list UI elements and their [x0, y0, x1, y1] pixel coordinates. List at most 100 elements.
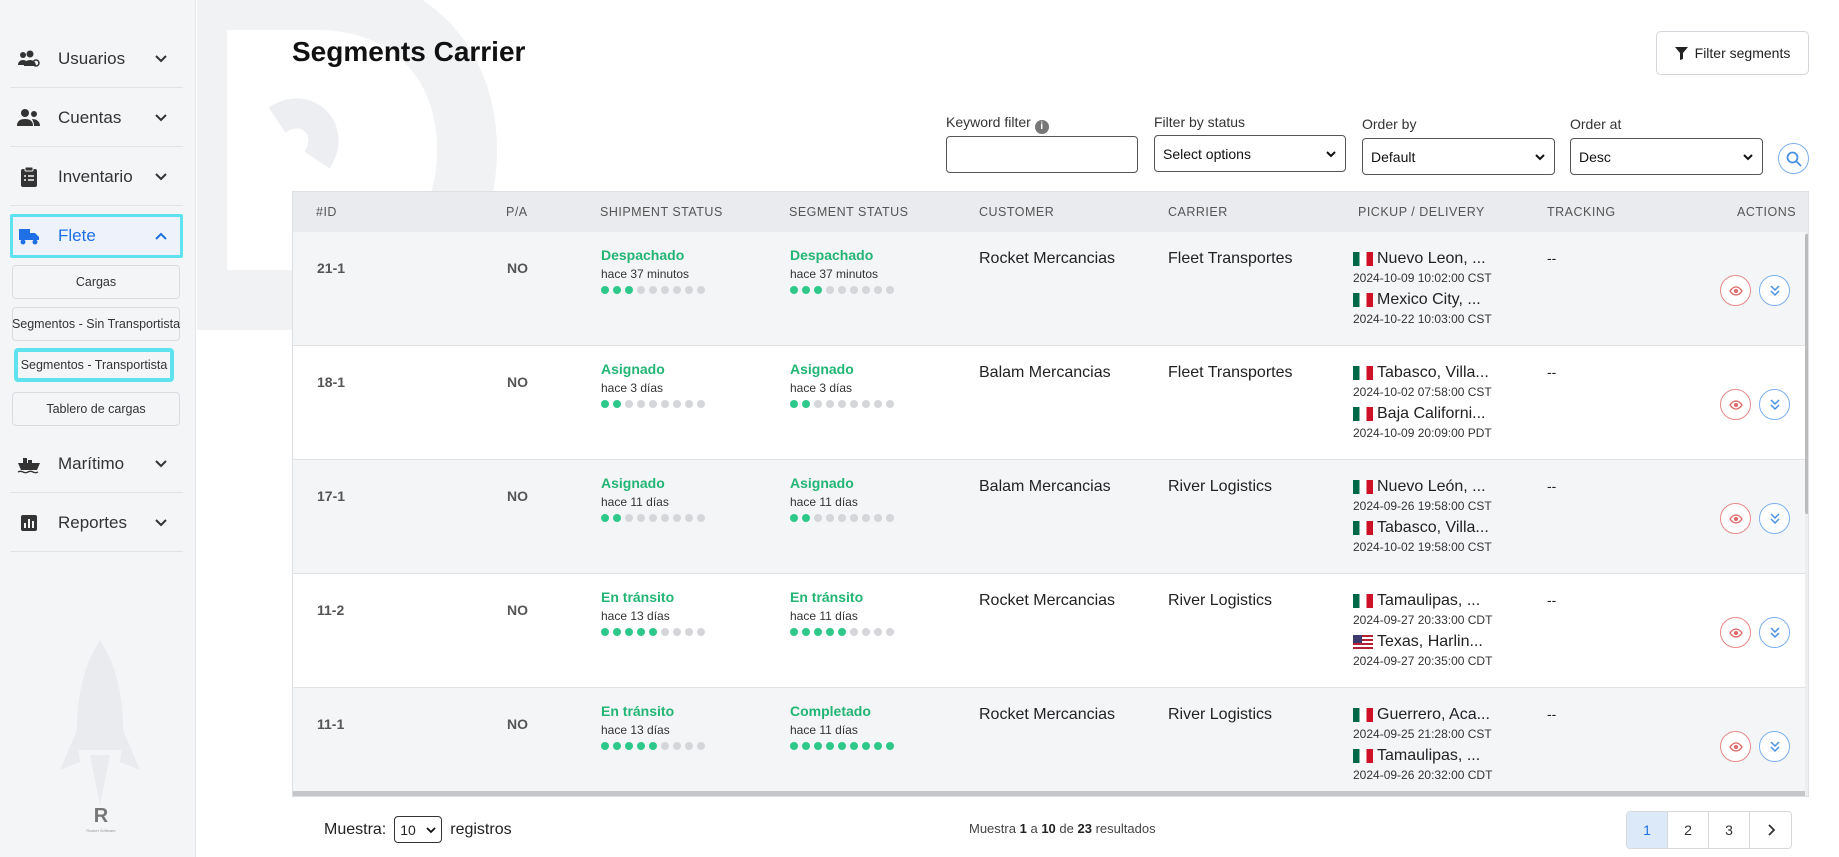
- progress-dot: [790, 742, 798, 750]
- progress-dot: [838, 628, 846, 636]
- progress-dot: [814, 286, 822, 294]
- shipment-status-time: hace 13 días: [601, 723, 670, 737]
- progress-dot: [697, 514, 705, 522]
- page-2-button[interactable]: 2: [1668, 812, 1709, 848]
- tracking-value: --: [1547, 250, 1557, 266]
- progress-dot: [874, 514, 882, 522]
- sidebar-item-maritimo[interactable]: Marítimo: [10, 435, 183, 493]
- pickup-date: 2024-10-09 10:02:00 CST: [1353, 271, 1492, 285]
- progress-dot: [814, 742, 822, 750]
- delivery-location: Texas, Harlin...: [1353, 633, 1492, 651]
- chevron-down-icon: [1743, 153, 1753, 160]
- sidebar-sub-tablero-de-cargas[interactable]: Tablero de cargas: [12, 392, 180, 426]
- expand-button[interactable]: [1759, 275, 1790, 306]
- row-pa: NO: [507, 488, 528, 504]
- pickup-location: Nuevo Leon, ...: [1353, 250, 1492, 268]
- sidebar-item-reportes[interactable]: Reportes: [10, 494, 183, 552]
- table-row[interactable]: 11-1 NO En tránsito hace 13 días Completado h…: [293, 688, 1805, 796]
- expand-button[interactable]: [1759, 731, 1790, 762]
- progress-dot: [601, 628, 609, 636]
- view-button[interactable]: [1720, 617, 1751, 648]
- expand-button[interactable]: [1759, 617, 1790, 648]
- keyword-filter-label: Keyword filter i: [946, 114, 1049, 134]
- progress-dot: [613, 742, 621, 750]
- filter-segments-label: Filter segments: [1694, 45, 1791, 61]
- progress-dot: [625, 286, 633, 294]
- progress-dot: [661, 514, 669, 522]
- segment-status-label: Completado: [790, 703, 871, 719]
- customer-name: Rocket Mercancias: [979, 250, 1116, 267]
- table-row[interactable]: 21-1 NO Despachado hace 37 minutos Despachad…: [293, 232, 1805, 346]
- progress-dot: [862, 742, 870, 750]
- carrier-name: River Logistics: [1168, 592, 1273, 609]
- sidebar-item-cuentas[interactable]: Cuentas: [10, 89, 183, 147]
- page-1-button[interactable]: 1: [1627, 812, 1668, 848]
- sidebar-sub-cargas[interactable]: Cargas: [12, 265, 180, 299]
- status-filter-select[interactable]: Select options: [1154, 135, 1346, 172]
- page-3-button[interactable]: 3: [1709, 812, 1750, 848]
- view-button[interactable]: [1720, 503, 1751, 534]
- customer-name: Balam Mercancias: [979, 478, 1111, 495]
- progress-dot: [637, 400, 645, 408]
- segment-status-label: Despachado: [790, 247, 874, 263]
- progress-dot: [673, 628, 681, 636]
- chevrons-down-icon: [1768, 512, 1782, 526]
- view-button[interactable]: [1720, 731, 1751, 762]
- sidebar: Usuarios Cuentas Inventario Flete Cargas…: [0, 0, 196, 857]
- view-button[interactable]: [1720, 389, 1751, 420]
- expand-button[interactable]: [1759, 503, 1790, 534]
- pickup-date: 2024-10-02 07:58:00 CST: [1353, 385, 1492, 399]
- progress-dot: [826, 286, 834, 294]
- sidebar-sub-segmentos-sin-transportista[interactable]: Segmentos - Sin Transportista: [12, 307, 180, 341]
- carrier-name: Fleet Transportes: [1168, 364, 1293, 381]
- order-by-select[interactable]: Default: [1362, 138, 1555, 175]
- sidebar-sub-segmentos-transportista[interactable]: Segmentos - Transportista: [14, 348, 174, 382]
- shipment-status-time: hace 3 días: [601, 381, 664, 395]
- progress-dot: [874, 400, 882, 408]
- pickup-location: Nuevo León, ...: [1353, 478, 1492, 496]
- table-row[interactable]: 17-1 NO Asignado hace 11 días Asignado hace 1…: [293, 460, 1805, 574]
- user-group-icon: [16, 107, 42, 129]
- sidebar-item-flete[interactable]: Flete: [10, 214, 183, 258]
- table-row[interactable]: 18-1 NO Asignado hace 3 días Asignado hace 3 …: [293, 346, 1805, 460]
- search-button[interactable]: [1778, 143, 1809, 174]
- view-button[interactable]: [1720, 275, 1751, 306]
- row-pa: NO: [507, 374, 528, 390]
- row-pa: NO: [507, 602, 528, 618]
- horizontal-scrollbar[interactable]: [293, 791, 1805, 796]
- progress-dot: [850, 742, 858, 750]
- shipment-status-label: En tránsito: [601, 589, 675, 605]
- next-page-button[interactable]: [1750, 812, 1791, 848]
- shipment-status-time: hace 37 minutos: [601, 267, 690, 281]
- order-at-select[interactable]: Desc: [1570, 138, 1763, 175]
- order-by-label: Order by: [1362, 116, 1417, 132]
- progress-dot: [637, 514, 645, 522]
- filter-segments-button[interactable]: Filter segments: [1656, 31, 1809, 75]
- sidebar-item-inventario[interactable]: Inventario: [10, 148, 183, 206]
- delivery-date: 2024-10-22 10:03:00 CST: [1353, 312, 1492, 326]
- table-row[interactable]: 11-2 NO En tránsito hace 13 días En tránsito…: [293, 574, 1805, 688]
- progress-dot: [685, 514, 693, 522]
- pagination: 1 2 3: [1626, 811, 1792, 849]
- delivery-location: Tabasco, Villa...: [1353, 519, 1492, 537]
- progress-dot: [649, 286, 657, 294]
- table-header: #ID P/A SHIPMENT STATUS SEGMENT STATUS C…: [293, 192, 1808, 232]
- mx-flag-icon: [1353, 407, 1373, 421]
- vertical-scrollbar[interactable]: [1805, 234, 1808, 514]
- progress-dot: [850, 286, 858, 294]
- segment-progress: [790, 514, 894, 522]
- col-tracking: TRACKING: [1547, 205, 1616, 219]
- page-size-select[interactable]: 10: [394, 816, 443, 843]
- mx-flag-icon: [1353, 594, 1373, 608]
- keyword-filter-input[interactable]: [946, 136, 1138, 173]
- chevron-down-icon: [155, 173, 167, 181]
- segment-status: Completado hace 11 días: [790, 703, 894, 750]
- expand-button[interactable]: [1759, 389, 1790, 420]
- pickup-delivery: Nuevo Leon, ... 2024-10-09 10:02:00 CST Me…: [1353, 250, 1492, 332]
- segments-table: #ID P/A SHIPMENT STATUS SEGMENT STATUS C…: [292, 191, 1809, 797]
- col-customer: CUSTOMER: [979, 205, 1055, 219]
- info-icon[interactable]: i: [1034, 120, 1049, 134]
- shipment-status: Asignado hace 3 días: [601, 361, 705, 408]
- progress-dot: [802, 742, 810, 750]
- sidebar-item-usuarios[interactable]: Usuarios: [10, 30, 183, 88]
